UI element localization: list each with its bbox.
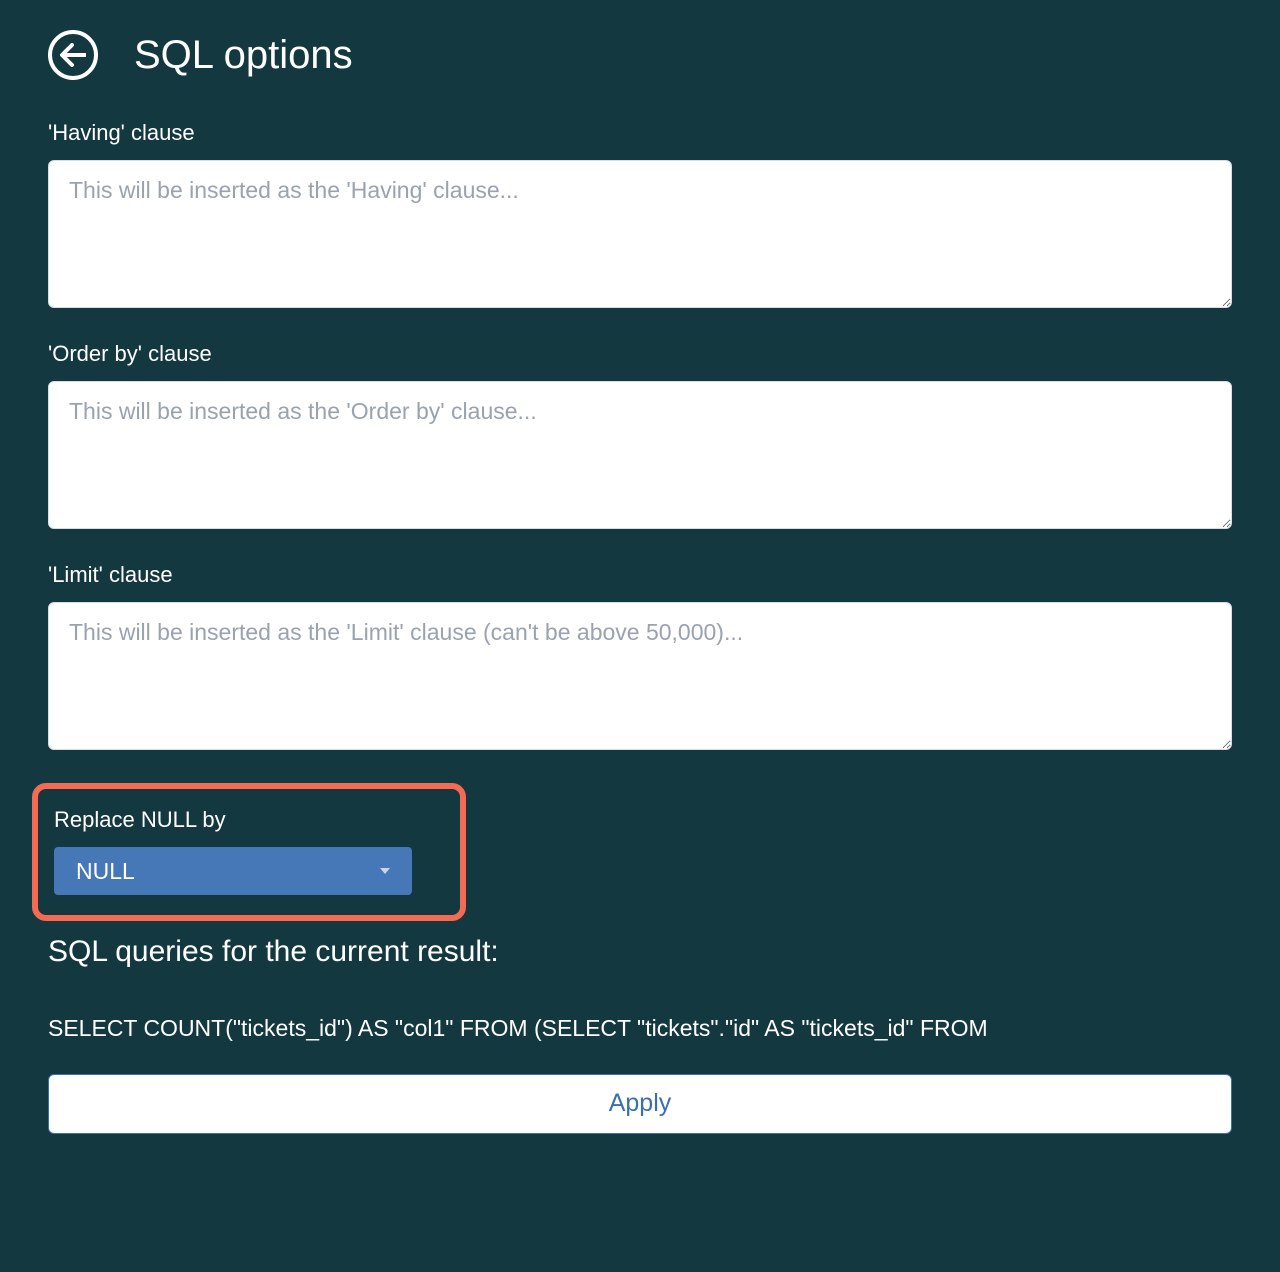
having-label: 'Having' clause	[48, 120, 1232, 146]
having-input[interactable]	[48, 160, 1232, 308]
apply-button[interactable]: Apply	[48, 1074, 1232, 1134]
back-button[interactable]	[48, 30, 98, 80]
apply-button-label: Apply	[609, 1089, 672, 1118]
page-title: SQL options	[134, 33, 353, 78]
replace-null-value: NULL	[76, 858, 135, 885]
chevron-down-icon	[380, 868, 390, 874]
replace-null-highlight: Replace NULL by NULL	[32, 783, 466, 921]
limit-label: 'Limit' clause	[48, 562, 1232, 588]
queries-heading: SQL queries for the current result:	[48, 935, 1232, 969]
sql-query-text: SELECT COUNT("tickets_id") AS "col1" FRO…	[48, 1011, 1232, 1046]
replace-null-label: Replace NULL by	[54, 807, 444, 833]
arrow-left-icon	[60, 43, 86, 67]
orderby-input[interactable]	[48, 381, 1232, 529]
replace-null-select[interactable]: NULL	[54, 847, 412, 895]
orderby-label: 'Order by' clause	[48, 341, 1232, 367]
limit-input[interactable]	[48, 602, 1232, 750]
